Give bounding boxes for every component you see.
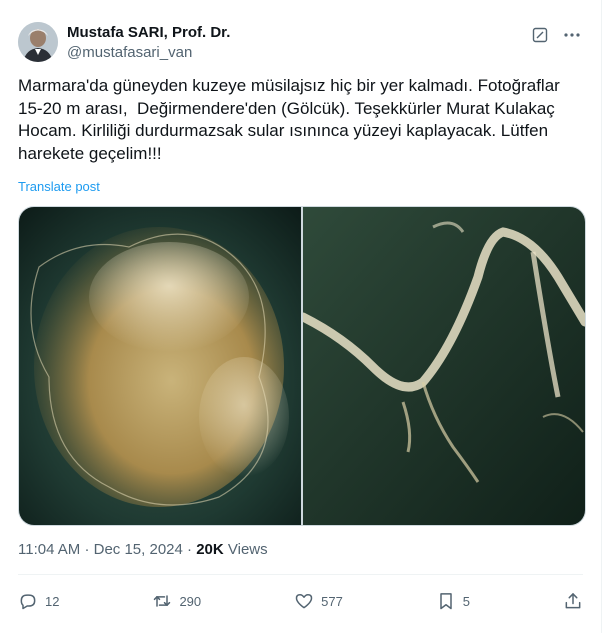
photo-mucilage-right[interactable] xyxy=(303,207,585,525)
edit-icon[interactable] xyxy=(529,24,551,46)
post-card: Mustafa SARI, Prof. Dr. @mustafasari_van… xyxy=(0,0,602,633)
heart-icon xyxy=(295,594,313,609)
share-icon xyxy=(565,593,581,609)
reply-count: 12 xyxy=(45,593,60,609)
more-icon[interactable] xyxy=(561,24,583,46)
repost-count: 290 xyxy=(179,593,202,609)
like-button[interactable]: 577 xyxy=(294,591,343,611)
repost-icon xyxy=(154,595,171,607)
bookmark-icon xyxy=(440,593,452,610)
post-header: Mustafa SARI, Prof. Dr. @mustafasari_van xyxy=(18,22,583,64)
avatar[interactable] xyxy=(18,22,58,62)
like-count: 577 xyxy=(321,593,343,609)
post-time[interactable]: 11:04 AM xyxy=(18,541,80,558)
photo-mucilage-left[interactable] xyxy=(19,207,301,525)
bookmark-count: 5 xyxy=(462,593,471,609)
translate-post-link[interactable]: Translate post xyxy=(18,179,100,194)
share-button[interactable] xyxy=(563,591,583,611)
divider xyxy=(18,574,583,575)
post-text: Marmara'da güneyden kuzeye müsilajsız hi… xyxy=(18,76,565,163)
handle[interactable]: @mustafasari_van xyxy=(67,43,230,63)
reply-button[interactable]: 12 xyxy=(18,591,59,611)
post-date[interactable]: Dec 15, 2024 xyxy=(94,541,183,558)
meta-separator: · xyxy=(84,541,90,558)
repost-button[interactable]: 290 xyxy=(152,591,201,611)
post-media xyxy=(18,206,586,526)
top-actions xyxy=(529,24,583,46)
author-names: Mustafa SARI, Prof. Dr. @mustafasari_van xyxy=(67,24,230,63)
meta-separator: · xyxy=(187,541,193,558)
action-bar: 12 290 577 5 xyxy=(18,588,583,614)
post-meta: 11:04 AM · Dec 15, 2024 · 20K Views xyxy=(18,541,268,558)
views-label: Views xyxy=(227,541,268,558)
display-name[interactable]: Mustafa SARI, Prof. Dr. xyxy=(67,24,230,42)
views-count[interactable]: 20K xyxy=(196,541,224,558)
bookmark-button[interactable]: 5 xyxy=(436,591,470,611)
reply-icon xyxy=(20,594,36,610)
